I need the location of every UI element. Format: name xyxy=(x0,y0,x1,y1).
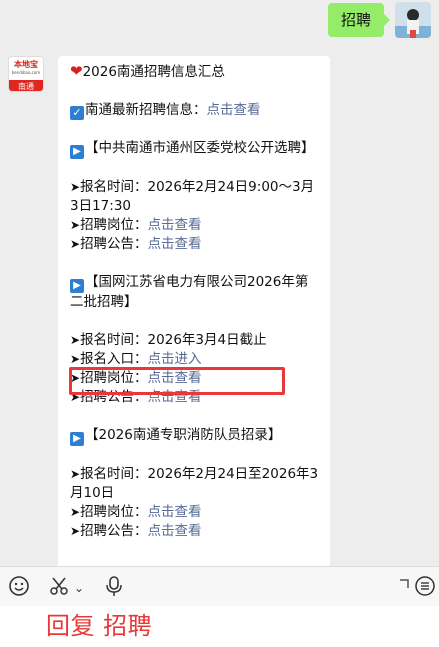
checkbox-icon: ✓ xyxy=(70,106,84,120)
incoming-message-bubble: ❤2026南通招聘信息汇总 ✓ 南通最新招聘信息：点击查看 ▶ 【中共南通市通州区委… xyxy=(58,56,330,587)
reply-caption: 回复 招聘 xyxy=(46,612,153,640)
job-line: ➤招聘岗位：点击查看 xyxy=(70,217,202,233)
expand-icon[interactable] xyxy=(398,571,410,595)
microphone-icon[interactable] xyxy=(104,575,124,602)
job-line: ➤招聘公告：点击查看 xyxy=(70,236,202,252)
scissors-icon[interactable] xyxy=(48,575,70,602)
job-positions-link[interactable]: 点击查看 xyxy=(148,217,202,233)
play-icon: ▶ xyxy=(70,432,84,446)
job-title: ▶ 【2026南通专职消防队员招录】 xyxy=(70,426,320,446)
job-line: ➤招聘岗位：点击查看 xyxy=(70,504,202,520)
user-avatar[interactable] xyxy=(395,2,431,38)
avatar-logo: 本地宝 bendibao.com xyxy=(9,57,43,80)
menu-icon[interactable] xyxy=(414,575,436,602)
user-avatar-image xyxy=(395,2,431,38)
avatar-city: 南通 xyxy=(9,80,43,91)
job-notice-link[interactable]: 点击查看 xyxy=(148,236,202,252)
highlight-box xyxy=(69,367,285,395)
latest-info-line: ✓ 南通最新招聘信息：点击查看 xyxy=(70,101,320,120)
chevron-down-icon[interactable]: ⌄ xyxy=(74,576,84,600)
job-line: ➤报名时间：2026年3月4日截止 xyxy=(70,332,267,348)
input-toolbar: ⌄ xyxy=(0,566,439,607)
play-icon: ▶ xyxy=(70,279,84,293)
account-avatar[interactable]: 本地宝 bendibao.com 南通 xyxy=(8,56,44,92)
emoji-icon[interactable] xyxy=(8,575,30,602)
latest-info-link[interactable]: 点击查看 xyxy=(207,102,261,118)
job-notice-link[interactable]: 点击查看 xyxy=(148,523,202,539)
message-title-line: ❤2026南通招聘信息汇总 xyxy=(70,62,225,80)
registration-entry-link[interactable]: 点击进入 xyxy=(148,351,202,367)
job-line: ➤报名时间：2026年2月24日9:00～3月3日17:30 xyxy=(70,179,315,214)
job-title: ▶ 【中共南通市通州区委党校公开选聘】 xyxy=(70,139,320,159)
job-line: ➤报名时间：2026年2月24日至2026年3月10日 xyxy=(70,466,319,501)
job-title: ▶ 【国网江苏省电力有限公司2026年第二批招聘】 xyxy=(70,274,309,310)
heart-icon: ❤ xyxy=(70,62,83,80)
job-line: ➤招聘公告：点击查看 xyxy=(70,523,202,539)
outgoing-message-bubble[interactable]: 招聘 xyxy=(327,3,391,37)
job-positions-link[interactable]: 点击查看 xyxy=(148,504,202,520)
play-icon: ▶ xyxy=(70,145,84,159)
